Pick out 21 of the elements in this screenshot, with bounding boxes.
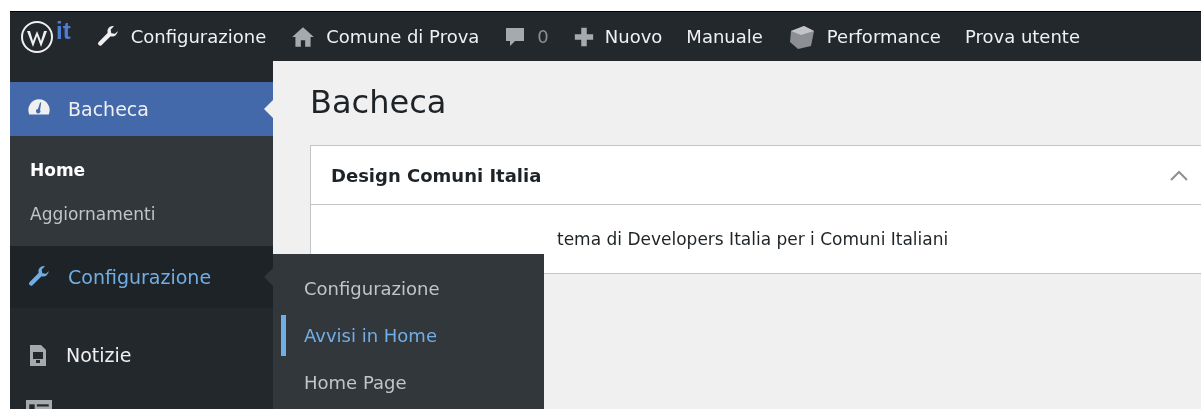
admin-bar-link[interactable]: Configurazione <box>82 23 279 50</box>
wordpress-logo-icon[interactable] <box>20 19 54 54</box>
plus-icon <box>572 25 595 48</box>
widget-text: tema di Developers Italia per i Comuni Italiani <box>557 229 949 249</box>
chevron-icon[interactable] <box>1169 169 1189 181</box>
submenu-item[interactable]: Aggiornamenti <box>10 192 273 236</box>
sidebar-item[interactable]: Configurazione <box>10 246 273 308</box>
admin-bar-link[interactable]: Nuovo <box>560 25 675 48</box>
page-title: Bacheca <box>310 83 448 121</box>
widget-title: Design Comuni Italia <box>331 164 542 186</box>
flyout-item[interactable]: Home Page <box>281 362 544 403</box>
sidebar-item[interactable]: Bacheca <box>10 82 273 136</box>
submenu-item[interactable]: Home <box>10 148 273 192</box>
admin-bar-link[interactable]: 0 <box>491 24 561 49</box>
logo-text: it <box>56 19 71 42</box>
sidebar-item[interactable]: Notizie <box>10 328 273 382</box>
admin-bar-link[interactable]: Manuale <box>674 26 775 47</box>
admin-bar-link[interactable]: Performance <box>774 21 953 52</box>
admin-bar-link[interactable]: Prova utente <box>952 26 1092 47</box>
admin-bar-link[interactable]: Comune di Prova <box>278 23 492 50</box>
flyout-item[interactable]: Configurazione <box>281 268 544 309</box>
